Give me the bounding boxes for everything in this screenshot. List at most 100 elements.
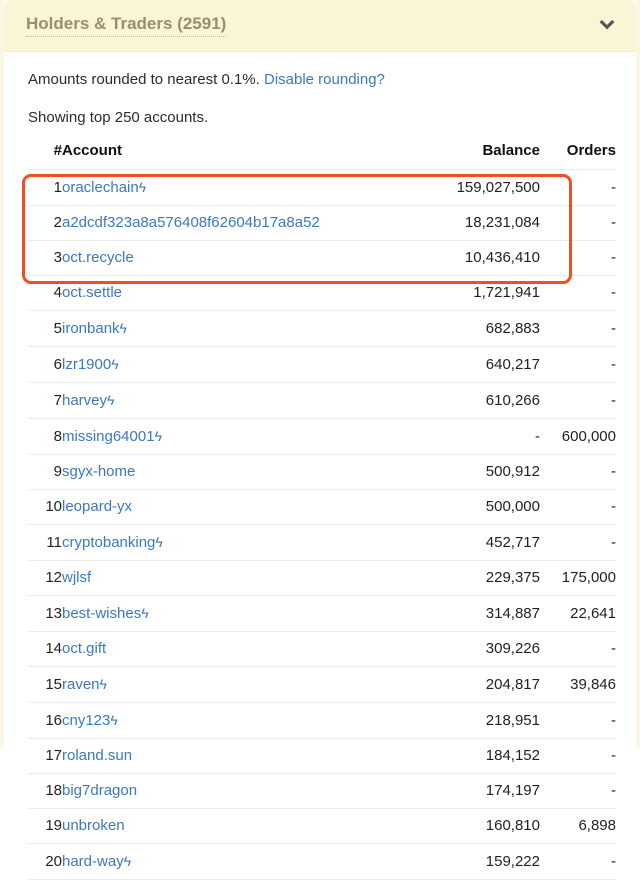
table-row: 9sgyx-home500,912- [28,455,616,490]
notes-section: Amounts rounded to nearest 0.1%. Disable… [4,52,636,128]
cell-orders: - [540,525,616,561]
column-header-orders[interactable]: Orders [540,142,616,170]
cell-rank: 17 [28,739,62,774]
account-name: oraclechain [62,179,139,196]
column-header-balance[interactable]: Balance [418,142,540,170]
account-link[interactable]: cny123ϟ [62,712,118,729]
rounding-note: Amounts rounded to nearest 0.1%. Disable… [28,70,614,90]
account-name: roland.sun [62,747,132,764]
cell-rank: 10 [28,490,62,525]
cell-rank: 16 [28,703,62,739]
page-title[interactable]: Holders & Traders (2591) [26,14,226,37]
cell-orders: - [540,276,616,311]
showing-count-note: Showing top 250 accounts. [28,108,614,128]
cell-account: cny123ϟ [62,703,418,739]
lightning-bolt-icon: ϟ [139,179,146,195]
cell-rank: 15 [28,667,62,703]
table-row: 18big7dragon174,197- [28,774,616,809]
cell-account: oct.recycle [62,241,418,276]
account-link[interactable]: roland.sun [62,747,132,764]
account-name: harvey [62,392,107,409]
account-name: wjlsf [62,569,91,586]
table-row: 20hard-wayϟ159,222- [28,844,616,880]
chevron-down-icon[interactable] [596,15,618,37]
cell-orders: - [540,383,616,419]
account-name: unbroken [62,817,125,834]
table-row: 5ironbankϟ 682,883- [28,311,616,347]
account-link[interactable]: sgyx-home [62,463,135,480]
account-link[interactable]: unbroken [62,817,125,834]
cell-balance: 10,436,410 [418,241,540,276]
cell-account: big7dragon [62,774,418,809]
cell-rank: 20 [28,844,62,880]
account-link[interactable]: ravenϟ [62,676,107,693]
account-link[interactable]: a2dcdf323a8a576408f62604b17a8a52 [62,214,320,231]
cell-orders: 600,000 [540,419,616,455]
cell-account: leopard-yx [62,490,418,525]
rounding-note-text: Amounts rounded to nearest 0.1%. [28,71,260,88]
table-row: 3oct.recycle10,436,410- [28,241,616,276]
cell-account: missing64001ϟ [62,419,418,455]
cell-rank: 12 [28,561,62,596]
panel-header[interactable]: Holders & Traders (2591) [4,0,636,52]
account-link[interactable]: oraclechainϟ [62,179,146,196]
cell-orders: - [540,844,616,880]
cell-account: cryptobankingϟ [62,525,418,561]
cell-orders: 39,846 [540,667,616,703]
account-link[interactable]: oct.settle [62,284,122,301]
cell-balance: 184,152 [418,739,540,774]
cell-orders: - [540,311,616,347]
cell-balance: 1,721,941 [418,276,540,311]
lightning-bolt-icon: ϟ [107,392,114,408]
table-row: 17roland.sun 184,152- [28,739,616,774]
cell-account: oraclechainϟ [62,170,418,206]
account-link[interactable]: lzr1900ϟ [62,356,119,373]
account-name: cryptobanking [62,534,155,551]
cell-rank: 5 [28,311,62,347]
cell-account: wjlsf [62,561,418,596]
account-name: ironbank [62,320,120,337]
cell-orders: - [540,170,616,206]
cell-account: ravenϟ [62,667,418,703]
account-link[interactable]: harveyϟ [62,392,114,409]
account-link[interactable]: wjlsf [62,569,91,586]
account-link[interactable]: oct.gift [62,640,106,657]
cell-balance: 314,887 [418,596,540,632]
cell-account: ironbankϟ [62,311,418,347]
cell-balance: 309,226 [418,632,540,667]
account-link[interactable]: cryptobankingϟ [62,534,163,551]
lightning-bolt-icon: ϟ [120,320,127,336]
cell-orders: - [540,703,616,739]
cell-rank: 14 [28,632,62,667]
account-link[interactable]: hard-wayϟ [62,853,131,870]
cell-balance: 610,266 [418,383,540,419]
cell-account: best-wishesϟ [62,596,418,632]
account-link[interactable]: ironbankϟ [62,320,127,337]
cell-balance: - [418,419,540,455]
account-link[interactable]: oct.recycle [62,249,134,266]
cell-balance: 159,027,500 [418,170,540,206]
table-row: 1oraclechainϟ 159,027,500- [28,170,616,206]
column-header-rank[interactable]: # [28,142,62,170]
account-name: sgyx-home [62,463,135,480]
cell-balance: 229,375 [418,561,540,596]
column-header-account[interactable]: Account [62,142,418,170]
cell-rank: 9 [28,455,62,490]
table-row: 10leopard-yx500,000- [28,490,616,525]
cell-rank: 1 [28,170,62,206]
cell-balance: 682,883 [418,311,540,347]
account-link[interactable]: leopard-yx [62,498,132,515]
cell-account: harveyϟ [62,383,418,419]
account-link[interactable]: missing64001ϟ [62,428,162,445]
lightning-bolt-icon: ϟ [155,534,162,550]
lightning-bolt-icon: ϟ [141,605,148,621]
disable-rounding-link[interactable]: Disable rounding? [264,71,385,88]
lightning-bolt-icon: ϟ [100,676,107,692]
cell-orders: - [540,774,616,809]
account-name: leopard-yx [62,498,132,515]
cell-rank: 2 [28,206,62,241]
table-row: 2a2dcdf323a8a576408f62604b17a8a5218,231,… [28,206,616,241]
account-link[interactable]: best-wishesϟ [62,605,149,622]
cell-orders: - [540,739,616,774]
account-link[interactable]: big7dragon [62,782,137,799]
